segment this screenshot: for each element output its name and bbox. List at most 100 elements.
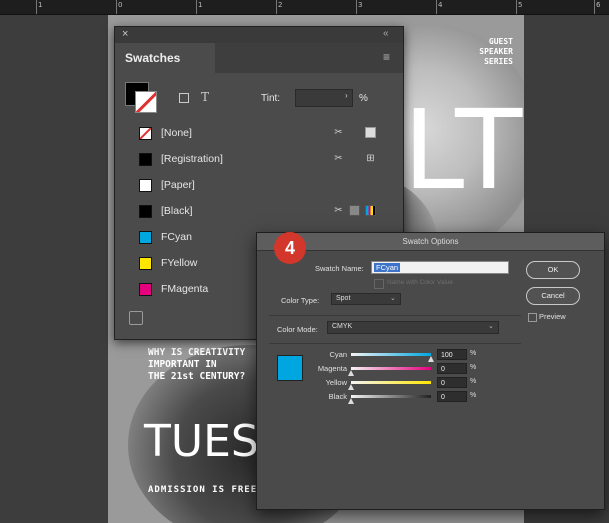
poster-big-letters: LT — [403, 86, 524, 214]
poster-series-line: SERIES — [484, 57, 513, 66]
step-number-badge: 4 — [274, 232, 306, 264]
divider — [269, 343, 521, 344]
ruler-mark: 4 — [438, 1, 443, 9]
chevron-down-icon: ⌄ — [488, 323, 494, 330]
none-type-icon — [365, 127, 376, 138]
color-type-label: Color Type: — [281, 296, 320, 305]
chevron-down-icon: ⌄ — [390, 295, 396, 302]
swatch-name-field[interactable]: FCyan — [371, 261, 509, 274]
ok-button[interactable]: OK — [526, 261, 580, 279]
swatch-row-registration[interactable]: [Registration] ✂ ⊞ — [133, 148, 395, 170]
preview-checkbox[interactable] — [528, 313, 537, 322]
color-mode-select[interactable]: CMYK ⌄ — [327, 321, 499, 334]
cyan-value-input[interactable]: 100 — [437, 349, 467, 360]
panel-title-strip: × « — [115, 27, 403, 43]
formatting-text-icon[interactable]: T — [201, 90, 209, 104]
slider-thumb[interactable] — [348, 384, 354, 390]
swatch-row-none[interactable]: [None] ✂ — [133, 122, 395, 144]
color-type-select[interactable]: Spot ⌄ — [331, 293, 401, 305]
ruler-mark: 6 — [596, 1, 601, 9]
percent-sign: % — [470, 350, 477, 357]
yellow-label: Yellow — [325, 378, 347, 387]
show-options-icon[interactable] — [129, 311, 143, 325]
swatch-name-label: Swatch Name: — [315, 264, 364, 273]
cmyk-mode-icon — [365, 205, 376, 216]
black-value-input[interactable]: 0 — [437, 391, 467, 402]
slider-thumb[interactable] — [348, 398, 354, 404]
tint-dropdown-icon[interactable]: › — [345, 91, 348, 100]
yellow-slider[interactable] — [348, 381, 431, 390]
slider-thumb[interactable] — [348, 370, 354, 376]
preview-label: Preview — [539, 312, 566, 321]
process-color-icon — [349, 205, 360, 216]
swatch-name: FYellow — [161, 257, 198, 269]
ruler-mark: 3 — [358, 1, 363, 9]
name-with-value-checkbox[interactable] — [374, 279, 384, 289]
percent-sign: % — [470, 378, 477, 385]
ruler-mark: 1 — [38, 1, 43, 9]
magenta-label: Magenta — [317, 364, 347, 373]
panel-menu-icon[interactable]: ≡ — [383, 50, 390, 64]
non-editable-icon: ✂ — [334, 127, 343, 138]
slider-thumb[interactable] — [428, 356, 434, 362]
color-preview-chip — [277, 355, 303, 381]
formatting-container-icon[interactable] — [179, 93, 189, 103]
magenta-value-input[interactable]: 0 — [437, 363, 467, 374]
percent-sign: % — [470, 392, 477, 399]
magenta-slider[interactable] — [348, 367, 431, 376]
tint-percent: % — [359, 93, 368, 104]
tint-label: Tint: — [261, 93, 281, 104]
cancel-button[interactable]: Cancel — [526, 287, 580, 305]
color-type-value: Spot — [336, 295, 351, 302]
swatch-row-black[interactable]: [Black] ✂ — [133, 200, 395, 222]
tab-swatches[interactable]: Swatches — [115, 43, 215, 73]
name-with-value-label: Name with Color Value — [387, 279, 453, 286]
ruler-tick — [594, 0, 595, 14]
poster-question-line: IMPORTANT IN — [148, 359, 217, 370]
ruler-tick — [516, 0, 517, 14]
swatch-chip — [139, 153, 152, 166]
swatch-name: FMagenta — [161, 283, 209, 295]
swatch-name: [Black] — [161, 205, 193, 217]
poster-series-line: GUEST — [488, 37, 513, 46]
poster-series-line: SPEAKER — [479, 47, 513, 56]
swatch-chip — [139, 127, 152, 140]
non-editable-icon: ✂ — [334, 205, 343, 216]
swatch-name: [Paper] — [161, 179, 195, 191]
ruler-mark: 0 — [118, 1, 123, 9]
poster-question-line: WHY IS CREATIVITY — [148, 347, 246, 358]
non-editable-icon: ✂ — [334, 153, 343, 164]
ruler-tick — [196, 0, 197, 14]
ruler-mark: 2 — [278, 1, 283, 9]
dialog-title: Swatch Options — [257, 233, 604, 251]
close-icon[interactable]: × — [122, 28, 128, 40]
ruler-tick — [276, 0, 277, 14]
cyan-label: Cyan — [329, 350, 347, 359]
collapse-icon[interactable]: « — [383, 28, 389, 39]
swatch-name: [Registration] — [161, 153, 223, 165]
horizontal-ruler[interactable]: 1 0 1 2 3 4 5 6 — [0, 0, 609, 15]
cyan-slider[interactable] — [351, 353, 434, 362]
black-slider[interactable] — [348, 395, 431, 404]
color-mode-label: Color Mode: — [277, 325, 318, 334]
swatch-name: FCyan — [161, 231, 192, 243]
swatch-chip — [139, 179, 152, 192]
swatch-chip — [139, 205, 152, 218]
ruler-tick — [36, 0, 37, 14]
ruler-tick — [436, 0, 437, 14]
ruler-tick — [356, 0, 357, 14]
yellow-value-input[interactable]: 0 — [437, 377, 467, 388]
registration-icon: ⊞ — [366, 153, 375, 164]
poster-question-line: THE 21st CENTURY? — [148, 371, 246, 382]
swatch-chip — [139, 283, 152, 296]
ruler-tick — [116, 0, 117, 14]
swatch-chip — [139, 231, 152, 244]
swatch-name-value: FCyan — [374, 263, 401, 272]
stroke-none-icon[interactable] — [135, 91, 157, 113]
poster-admission: ADMISSION IS FREE — [148, 485, 258, 495]
ruler-mark: 1 — [198, 1, 203, 9]
ruler-mark: 5 — [518, 1, 523, 9]
color-mode-value: CMYK — [332, 323, 353, 330]
swatch-options-dialog[interactable]: Swatch Options Swatch Name: FCyan Name w… — [256, 232, 605, 510]
swatch-row-paper[interactable]: [Paper] — [133, 174, 395, 196]
